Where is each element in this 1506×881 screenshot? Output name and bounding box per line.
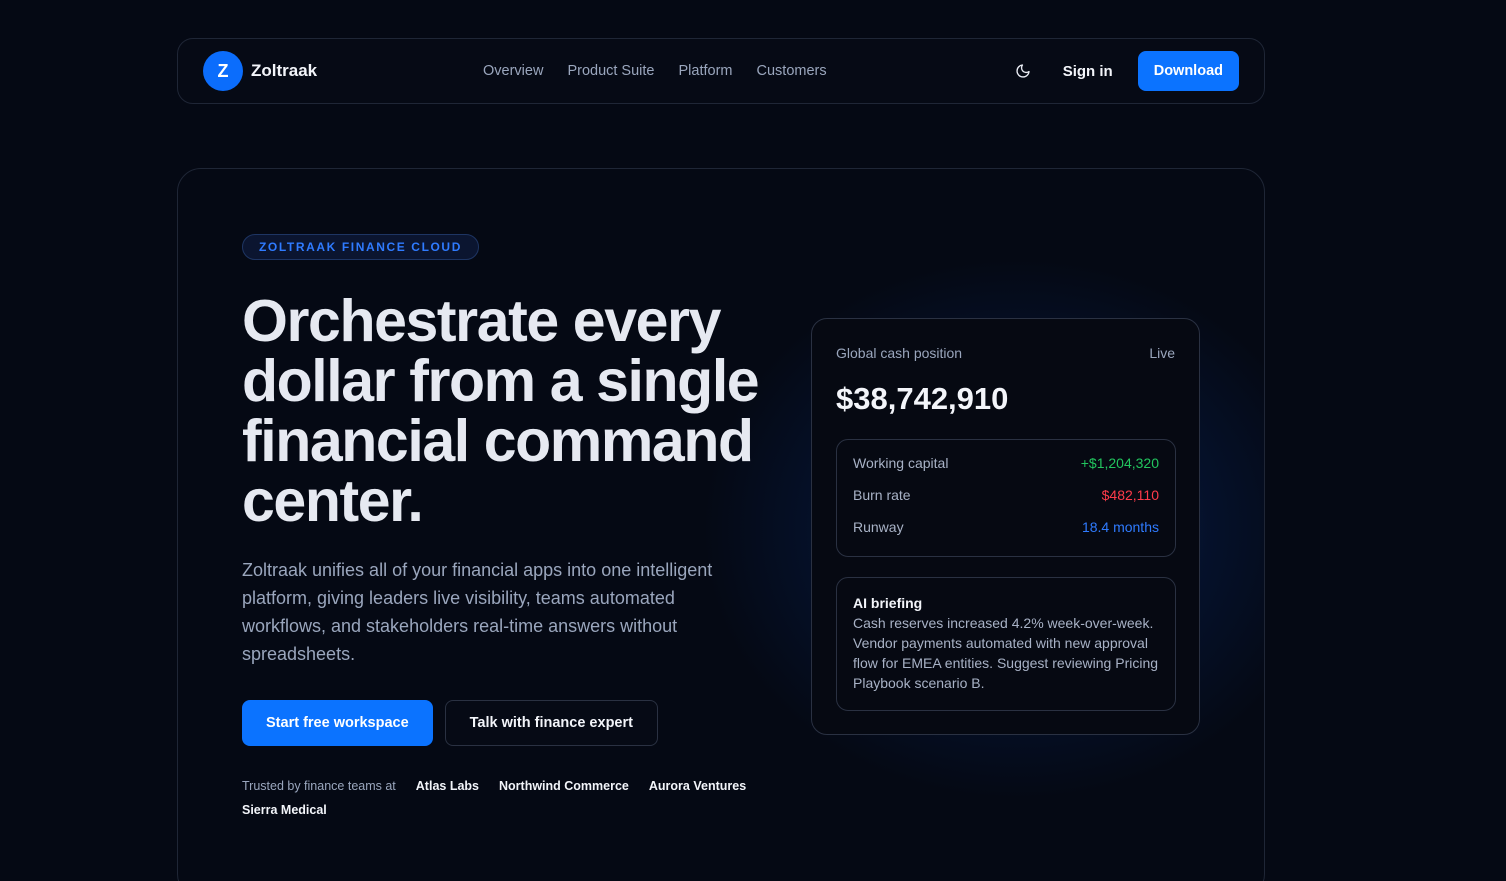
nav-links: Overview Product Suite Platform Customer… <box>483 39 827 103</box>
nav-actions: Sign in Download <box>1011 51 1239 91</box>
live-status: Live <box>1149 345 1175 361</box>
metric-value: +$1,204,320 <box>1080 455 1159 471</box>
company-logo: Aurora Ventures <box>648 779 747 793</box>
hero-headline: Orchestrate every dollar from a single f… <box>242 288 760 534</box>
ai-briefing-title: AI briefing <box>853 595 923 611</box>
trusted-by-row: Trusted by finance teams at Atlas Labs Nor… <box>242 774 782 822</box>
ai-briefing-text: Cash reserves increased 4.2% week-over-w… <box>853 615 1159 691</box>
sign-in-link[interactable]: Sign in <box>1063 63 1113 80</box>
cash-position-card: Global cash position Live $38,742,910 Wo… <box>811 318 1200 735</box>
metric-row: Working capital +$1,204,320 <box>853 455 1159 487</box>
ai-briefing-panel: AI briefing Cash reserves increased 4.2%… <box>836 577 1176 711</box>
metric-label: Working capital <box>853 455 949 471</box>
theme-toggle-button[interactable] <box>1011 59 1035 83</box>
cta-group: Start free workspace Talk with finance e… <box>242 700 658 746</box>
card-header: Global cash position Live <box>836 345 1175 361</box>
trusted-label: Trusted by finance teams at <box>242 779 396 793</box>
company-logo: Sierra Medical <box>242 803 327 817</box>
metric-label: Runway <box>853 519 904 535</box>
company-logo: Northwind Commerce <box>499 779 629 793</box>
talk-with-expert-button[interactable]: Talk with finance expert <box>444 700 658 746</box>
top-navigation: Z Zoltraak Overview Product Suite Platfo… <box>177 38 1265 104</box>
cash-amount: $38,742,910 <box>836 381 1009 416</box>
eyebrow-badge: ZOLTRAAK FINANCE CLOUD <box>242 234 479 260</box>
download-button[interactable]: Download <box>1137 51 1239 91</box>
nav-link-product-suite[interactable]: Product Suite <box>567 63 654 79</box>
start-free-workspace-button[interactable]: Start free workspace <box>242 700 433 746</box>
nav-link-overview[interactable]: Overview <box>483 63 543 79</box>
company-logo: Atlas Labs <box>415 779 479 793</box>
hero-section: ZOLTRAAK FINANCE CLOUD Orchestrate every… <box>177 168 1265 881</box>
brand-mark-icon: Z <box>203 51 243 91</box>
nav-link-platform[interactable]: Platform <box>679 63 733 79</box>
metric-value: $482,110 <box>1101 487 1159 503</box>
nav-link-customers[interactable]: Customers <box>757 63 827 79</box>
metric-row: Runway 18.4 months <box>853 519 1159 551</box>
metric-row: Burn rate $482,110 <box>853 487 1159 519</box>
metric-value: 18.4 months <box>1081 519 1159 535</box>
metrics-panel: Working capital +$1,204,320 Burn rate $4… <box>836 439 1176 557</box>
moon-icon <box>1016 64 1030 78</box>
brand-logo[interactable]: Z Zoltraak <box>203 51 317 91</box>
brand-name: Zoltraak <box>251 61 318 80</box>
metric-label: Burn rate <box>853 487 911 503</box>
hero-description: Zoltraak unifies all of your financial a… <box>242 560 713 664</box>
card-title: Global cash position <box>836 345 963 361</box>
